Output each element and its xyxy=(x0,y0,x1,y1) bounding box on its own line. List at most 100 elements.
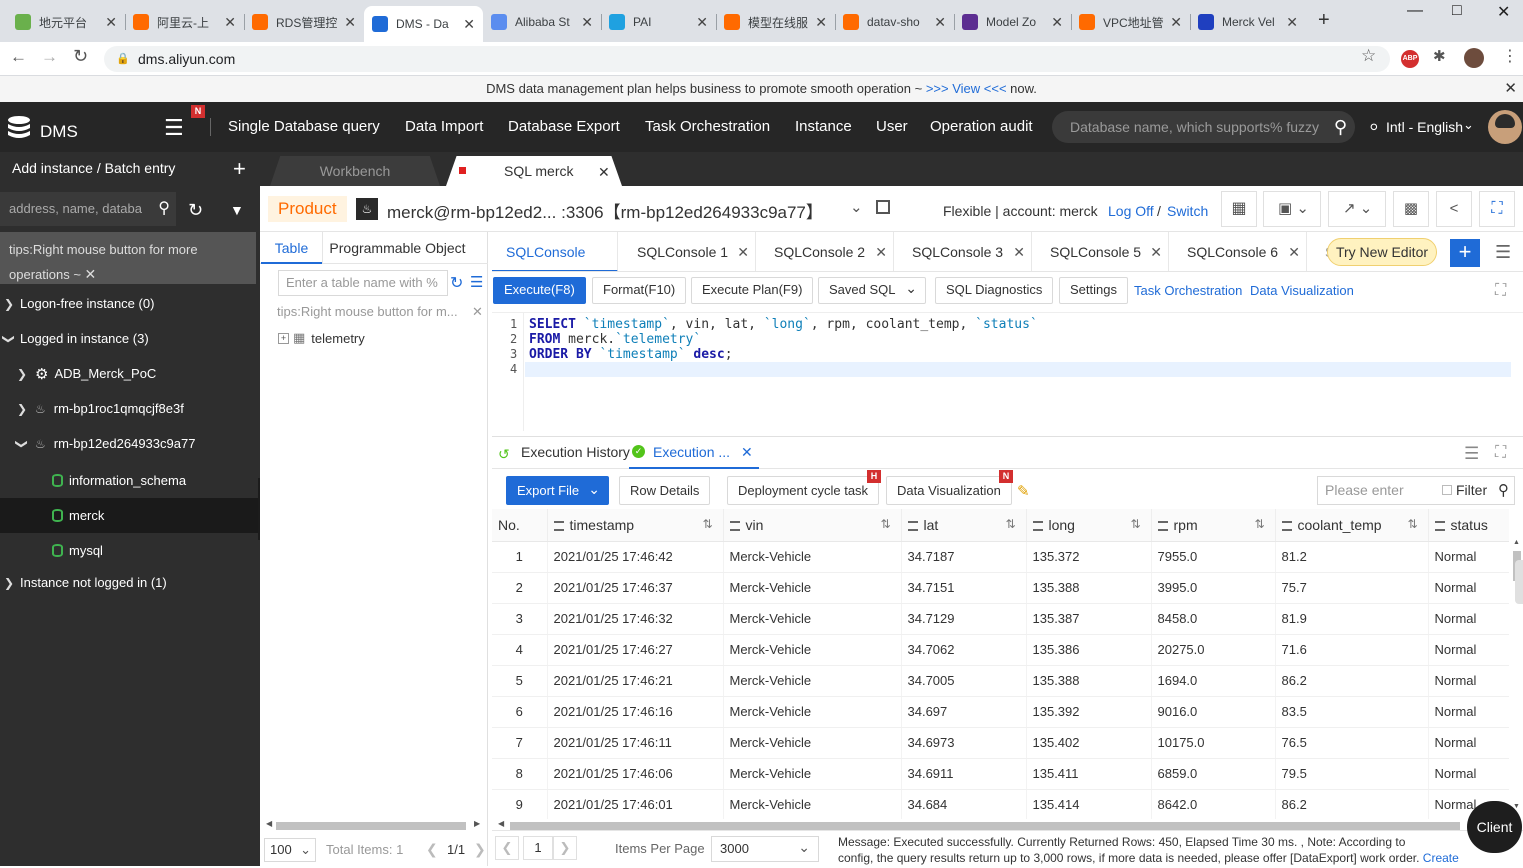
table-cell[interactable]: Merck-Vehicle xyxy=(723,603,902,635)
sort-icon[interactable]: ⇅ xyxy=(1130,517,1140,531)
instance-rm-bp12ed[interactable]: ❯ ♨ rm-bp12ed264933c9a77 xyxy=(0,426,258,461)
prev-page-icon[interactable]: ❮ xyxy=(495,836,519,860)
list-options-icon[interactable]: ☰ xyxy=(470,273,483,291)
url-field[interactable]: 🔒 dms.aliyun.com xyxy=(104,46,1390,72)
sql-diagnostics-button[interactable]: SQL Diagnostics xyxy=(935,277,1054,304)
new-tab-icon[interactable]: + xyxy=(1318,9,1330,32)
sort-icon[interactable]: ⇅ xyxy=(1005,517,1015,531)
table-cell[interactable]: 8 xyxy=(492,758,548,790)
table-item-telemetry[interactable]: + ▦ telemetry xyxy=(278,328,365,348)
switch-link[interactable]: Switch xyxy=(1167,203,1208,219)
table-cell[interactable]: Normal xyxy=(1428,665,1509,697)
fullscreen-icon[interactable]: ⛶ xyxy=(1479,191,1515,227)
column-header[interactable]: timestamp ⇅ xyxy=(547,509,724,542)
table-cell[interactable]: 34.684 xyxy=(901,789,1027,819)
column-header[interactable]: coolant_temp ⇅ xyxy=(1275,509,1429,542)
browser-tab[interactable]: 阿里云-上 ✕ xyxy=(125,8,244,36)
instance-adb-merck-poc[interactable]: ❯ ⚙ ADB_Merck_PoC xyxy=(0,356,258,391)
search-icon[interactable]: ⚲ xyxy=(1498,477,1509,504)
tab-sqlconsole-5[interactable]: SQLConsole 5 ✕ xyxy=(1032,232,1169,271)
close-tab-icon[interactable]: ✕ xyxy=(1051,14,1063,31)
table-cell[interactable]: 4 xyxy=(492,634,548,666)
nav-operation-audit[interactable]: Operation audit xyxy=(930,118,1033,135)
table-row[interactable]: 7 2021/01/25 17:46:11 Merck-Vehicle 34.6973… xyxy=(492,727,1509,759)
table-filter-input[interactable]: Enter a table name with % xyxy=(278,270,448,296)
prev-page-icon[interactable]: ❮ xyxy=(426,841,438,858)
database-information-schema[interactable]: information_schema xyxy=(0,463,258,498)
database-search-input[interactable]: Database name, which supports% fuzzy ⚲ xyxy=(1052,111,1355,143)
nav-database-export[interactable]: Database Export xyxy=(508,118,620,135)
table-cell[interactable]: Merck-Vehicle xyxy=(723,665,902,697)
table-cell[interactable]: 135.402 xyxy=(1026,727,1152,759)
settings-button[interactable]: Settings xyxy=(1059,277,1128,304)
table-cell[interactable]: 34.7187 xyxy=(901,541,1027,573)
adblock-icon[interactable]: ABP xyxy=(1401,50,1419,68)
refresh-tables-icon[interactable]: ↻ xyxy=(450,273,463,293)
language-selector[interactable]: Intl - English xyxy=(1386,119,1463,135)
tab-sqlconsole-1[interactable]: SQLConsole 1 ✕ xyxy=(618,232,756,271)
table-cell[interactable]: 34.6911 xyxy=(901,758,1027,790)
deployment-cycle-task-button[interactable]: Deployment cycle task xyxy=(727,476,880,505)
tip-close-icon[interactable]: ✕ xyxy=(472,304,483,320)
table-cell[interactable]: 135.411 xyxy=(1026,758,1152,790)
table-cell[interactable]: 135.392 xyxy=(1026,696,1152,728)
table-cell[interactable]: Normal xyxy=(1428,572,1509,604)
table-cell[interactable]: 8642.0 xyxy=(1151,789,1276,819)
table-row[interactable]: 1 2021/01/25 17:46:42 Merck-Vehicle 34.7187… xyxy=(492,541,1509,573)
tab-sqlconsole[interactable]: SQLConsole xyxy=(492,232,618,271)
table-cell[interactable]: 34.6973 xyxy=(901,727,1027,759)
group-logon-free[interactable]: ❯ Logon-free instance (0) xyxy=(0,286,258,321)
close-tab-icon[interactable]: ✕ xyxy=(1286,14,1298,31)
add-instance-label[interactable]: Add instance / Batch entry xyxy=(12,160,175,176)
instance-rm-bp1roc1[interactable]: ❯ ♨ rm-bp1roc1qmqcjf8e3f xyxy=(0,391,258,426)
table-cell[interactable]: 2021/01/25 17:46:27 xyxy=(547,634,724,666)
instance-search-icon[interactable]: ⚲ xyxy=(158,192,170,226)
table-cell[interactable]: 1694.0 xyxy=(1151,665,1276,697)
format-button[interactable]: Format(F10) xyxy=(592,277,687,304)
browser-tab[interactable]: DMS - Da ✕ xyxy=(364,6,483,42)
execute-button[interactable]: Execute(F8) xyxy=(493,277,586,304)
close-window-icon[interactable]: ✕ xyxy=(1497,2,1510,22)
table-cell[interactable]: 34.7129 xyxy=(901,603,1027,635)
tab-sql-merck[interactable]: SQL merck ✕ xyxy=(446,156,622,186)
report-icon[interactable]: ▩ xyxy=(1393,191,1429,227)
table-cell[interactable]: 34.7062 xyxy=(901,634,1027,666)
table-row[interactable]: 9 2021/01/25 17:46:01 Merck-Vehicle 34.684 1… xyxy=(492,789,1509,819)
table-cell[interactable]: 6859.0 xyxy=(1151,758,1276,790)
connection-label[interactable]: merck@rm-bp12ed2... :3306【rm-bp12ed26493… xyxy=(387,198,823,223)
table-cell[interactable]: Normal xyxy=(1428,758,1509,790)
table-cell[interactable]: 2021/01/25 17:46:21 xyxy=(547,665,724,697)
table-row[interactable]: 8 2021/01/25 17:46:06 Merck-Vehicle 34.6911… xyxy=(492,758,1509,790)
tab-close-icon[interactable]: ✕ xyxy=(737,232,749,271)
table-row[interactable]: 5 2021/01/25 17:46:21 Merck-Vehicle 34.7005… xyxy=(492,665,1509,697)
extensions-icon[interactable]: ✱ xyxy=(1433,47,1446,65)
table-cell[interactable]: 135.388 xyxy=(1026,572,1152,604)
table-cell[interactable]: 8458.0 xyxy=(1151,603,1276,635)
table-cell[interactable]: 34.7151 xyxy=(901,572,1027,604)
browser-tab[interactable]: PAI ✕ xyxy=(601,8,716,36)
expand-results-icon[interactable]: ⛶ xyxy=(1495,444,1506,462)
edit-pencil-icon[interactable]: ✎ xyxy=(1017,482,1030,500)
column-header[interactable]: rpm ⇅ xyxy=(1151,509,1276,542)
table-cell[interactable]: 9 xyxy=(492,789,548,819)
table-cell[interactable]: 86.2 xyxy=(1275,665,1429,697)
group-not-logged-in[interactable]: ❯ Instance not logged in (1) xyxy=(0,565,258,600)
nav-user[interactable]: User xyxy=(876,118,908,135)
table-cell[interactable]: Merck-Vehicle xyxy=(723,696,902,728)
create-link[interactable]: Create xyxy=(1423,851,1459,865)
side-drawer-handle[interactable] xyxy=(1515,560,1523,604)
tab-close-icon[interactable]: ✕ xyxy=(741,444,753,461)
export-file-button[interactable]: Export File ⌄ xyxy=(506,476,609,505)
connection-chevron-down-icon[interactable]: ⌄ xyxy=(850,198,863,216)
table-row[interactable]: 3 2021/01/25 17:46:32 Merck-Vehicle 34.7129… xyxy=(492,603,1509,635)
table-cell[interactable]: 9016.0 xyxy=(1151,696,1276,728)
nav-data-import[interactable]: Data Import xyxy=(405,118,483,135)
browser-tab[interactable]: Model Zo ✕ xyxy=(954,8,1071,36)
table-cell[interactable]: 81.2 xyxy=(1275,541,1429,573)
tab-close-icon[interactable]: ✕ xyxy=(1013,232,1025,271)
table-cell[interactable]: 5 xyxy=(492,665,548,697)
table-cell[interactable]: Normal xyxy=(1428,727,1509,759)
close-tab-icon[interactable]: ✕ xyxy=(344,14,356,31)
next-page-icon[interactable]: ❯ xyxy=(553,836,577,860)
table-cell[interactable]: 135.386 xyxy=(1026,634,1152,666)
